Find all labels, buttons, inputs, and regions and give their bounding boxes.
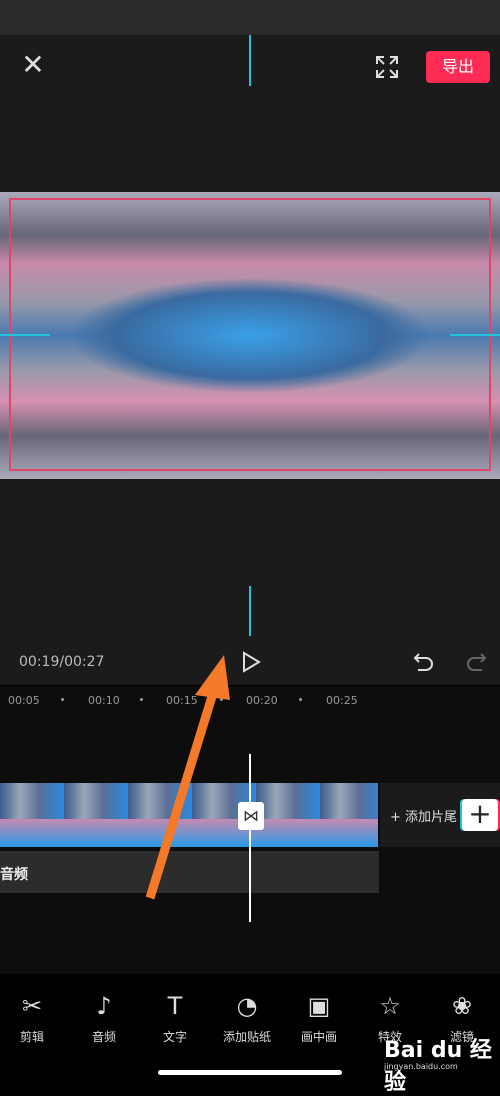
picture-in-picture-icon: ▣	[307, 992, 331, 1020]
playback-time: 00:19/00:27	[19, 654, 105, 670]
ruler-tick: 00:20	[246, 694, 278, 707]
ruler-dot	[61, 698, 64, 701]
horizontal-guide	[0, 334, 50, 336]
audio-track[interactable]	[0, 851, 379, 893]
transition-icon[interactable]: ⋈	[238, 802, 264, 830]
video-clip[interactable]	[0, 783, 378, 847]
selection-frame[interactable]	[9, 198, 491, 471]
scissors-icon: ✂	[21, 992, 43, 1020]
tool-pip[interactable]: ▣ 画中画	[284, 992, 354, 1045]
tool-label: 音频	[91, 1030, 116, 1044]
star-wand-icon: ☆	[379, 992, 401, 1020]
time-ruler[interactable]: 00:05 00:10 00:15 00:20 00:25	[0, 686, 500, 716]
tool-label: 添加贴纸	[222, 1030, 271, 1044]
ruler-tick: 00:15	[166, 694, 198, 707]
ruler-tick: 00:10	[88, 694, 120, 707]
close-button[interactable]: ✕	[20, 51, 46, 79]
ruler-tick: 00:05	[8, 694, 40, 707]
horizontal-guide	[450, 334, 500, 336]
tool-edit[interactable]: ✂ 剪辑	[0, 992, 67, 1045]
center-guide	[249, 35, 251, 86]
tool-label: 剪辑	[19, 1030, 44, 1044]
ruler-dot	[140, 698, 143, 701]
status-bar	[0, 0, 500, 35]
play-icon[interactable]	[240, 651, 262, 673]
playhead[interactable]	[249, 754, 251, 922]
filter-icon: ❀	[451, 992, 473, 1020]
watermark-url: jingyan.baidu.com	[384, 1062, 458, 1071]
tool-label: 文字	[162, 1030, 187, 1044]
undo-icon[interactable]	[412, 650, 436, 674]
ruler-dot	[299, 698, 302, 701]
audio-track-label: 音频	[0, 867, 28, 883]
ruler-dot	[220, 698, 223, 701]
text-icon: T	[167, 992, 183, 1020]
tool-text[interactable]: T 文字	[140, 992, 210, 1045]
home-indicator[interactable]	[158, 1070, 342, 1075]
center-guide	[249, 586, 251, 636]
sticker-icon: ◔	[236, 992, 258, 1020]
music-note-icon: ♪	[96, 992, 112, 1020]
add-ending-button[interactable]: + 添加片尾	[390, 806, 457, 825]
export-button[interactable]: 导出	[426, 51, 490, 83]
tool-label: 画中画	[300, 1030, 337, 1044]
tool-audio[interactable]: ♪ 音频	[69, 992, 139, 1045]
tool-sticker[interactable]: ◔ 添加贴纸	[212, 992, 282, 1045]
fullscreen-icon[interactable]	[374, 54, 400, 80]
redo-icon[interactable]	[464, 650, 488, 674]
ruler-tick: 00:25	[326, 694, 358, 707]
add-clip-button[interactable]: +	[462, 799, 498, 831]
